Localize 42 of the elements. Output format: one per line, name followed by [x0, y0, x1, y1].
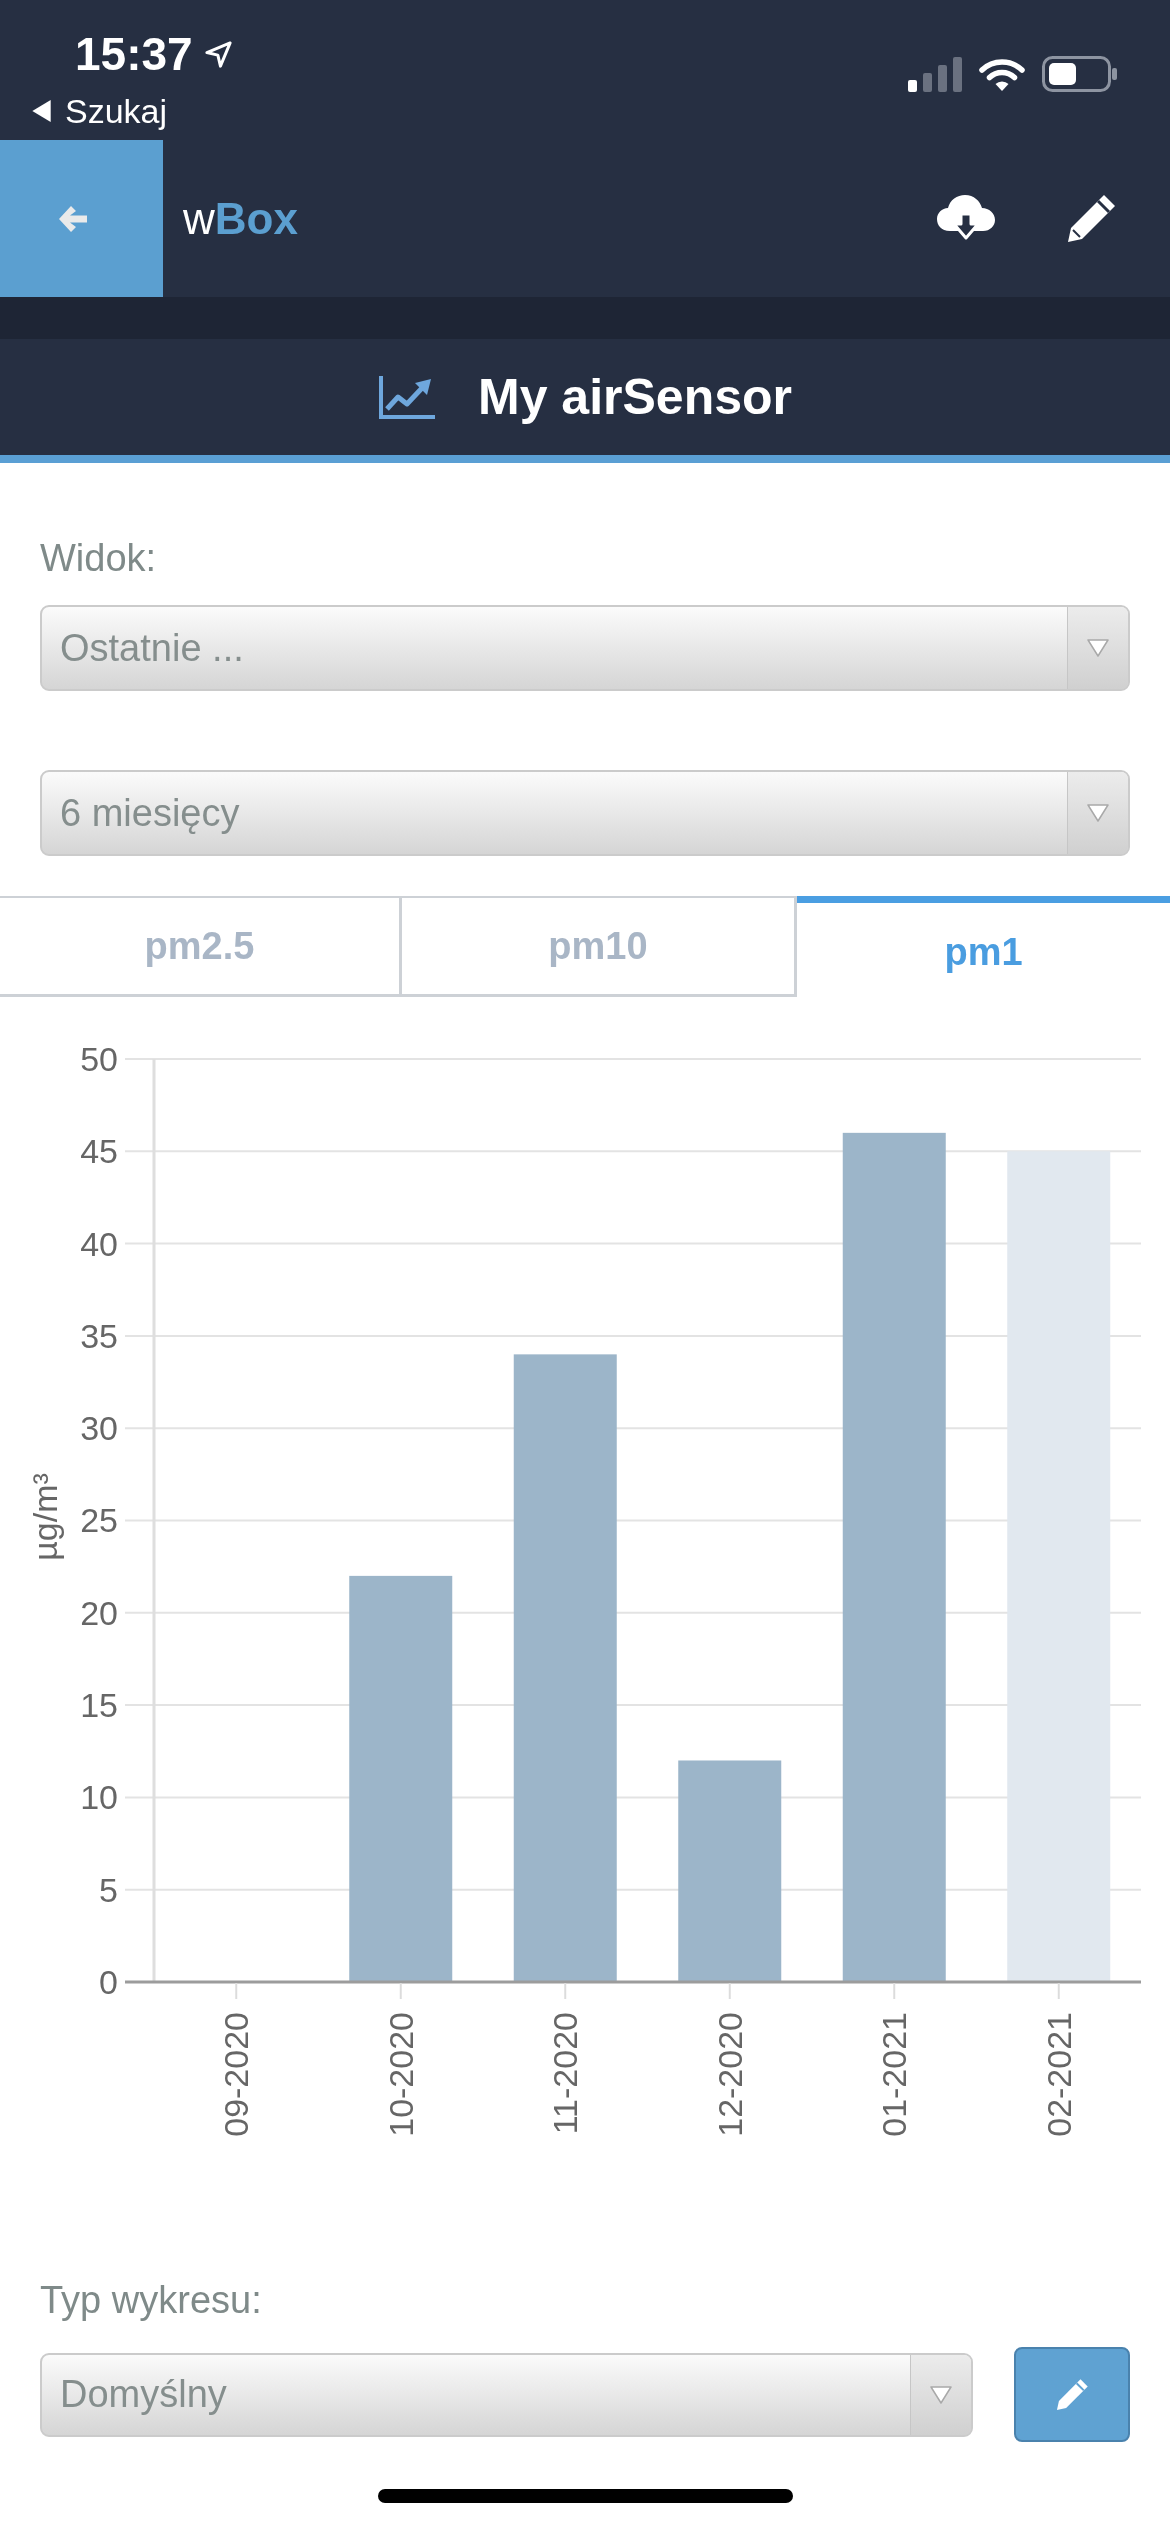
y-tick-label: 0 [99, 1962, 118, 2001]
y-tick-label: 30 [80, 1409, 118, 1448]
page-title: My airSensor [478, 368, 792, 426]
field-label: Widok: [40, 537, 157, 579]
y-tick-label: 40 [80, 1224, 118, 1263]
dropdown-arrow-icon [929, 2384, 953, 2405]
select-field[interactable]: 6 miesięcy [40, 770, 1130, 856]
tab[interactable]: pm2.5 [0, 896, 402, 997]
arrow-left-icon [56, 203, 89, 234]
battery-icon [1042, 56, 1118, 92]
x-tick-label: 11-2020 [546, 2012, 585, 2135]
line-chart-icon [378, 374, 436, 420]
tab[interactable]: pm10 [402, 896, 797, 997]
back-link[interactable]: Szukaj [32, 91, 168, 131]
y-tick-label: 10 [80, 1778, 118, 1817]
field-label: Typ wykresu: [40, 2279, 262, 2321]
back-triangle-icon [32, 100, 51, 122]
wifi-icon [978, 56, 1026, 92]
y-tick-label: 5 [99, 1870, 118, 1909]
edit-button[interactable] [1014, 2347, 1130, 2442]
x-tick-label: 10-2020 [381, 2012, 420, 2137]
pencil-icon [1055, 2377, 1089, 2412]
x-tick-label: 01-2021 [875, 2012, 914, 2137]
y-tick-label: 25 [80, 1501, 118, 1540]
y-tick-label: 35 [80, 1316, 118, 1355]
select-field[interactable]: Ostatnie ... [40, 605, 1130, 691]
pencil-icon[interactable] [1065, 192, 1117, 245]
y-tick-label: 20 [80, 1593, 118, 1632]
x-tick-label: 02-2021 [1039, 2012, 1078, 2137]
y-tick-label: 15 [80, 1686, 118, 1724]
dropdown-arrow-icon [1086, 638, 1110, 658]
location-arrow-icon [202, 38, 234, 70]
y-tick-label: 45 [80, 1132, 118, 1171]
signal-icon [908, 56, 962, 92]
x-tick-label: 09-2020 [217, 2012, 256, 2137]
status-time: 15:37 [75, 30, 193, 78]
app-title: wBox [183, 193, 298, 244]
y-tick-label: 50 [80, 1039, 118, 1078]
x-tick-label: 12-2020 [710, 2012, 749, 2137]
dropdown-arrow-icon [1086, 803, 1110, 823]
y-axis-title: µg/m³ [25, 1473, 64, 1561]
select-field[interactable]: Domyślny [40, 2352, 973, 2437]
